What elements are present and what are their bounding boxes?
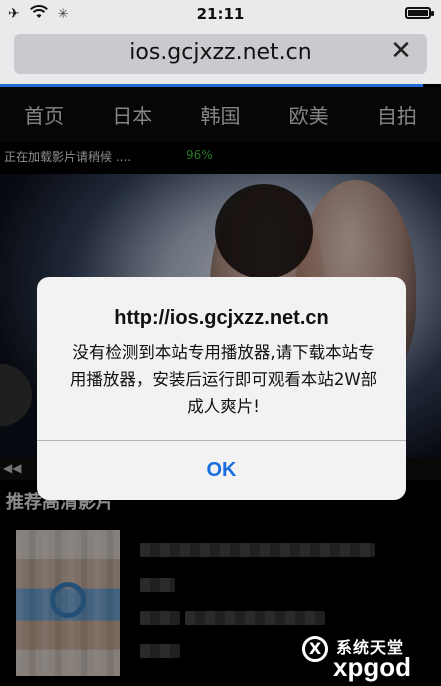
site-watermark-logo: X 系统天堂 xpgod <box>300 634 441 686</box>
url-field[interactable]: ios.gcjxzz.net.cn ✕ <box>14 34 427 74</box>
ok-button[interactable]: OK <box>37 441 406 500</box>
status-bar: ✈ ✳ 21:11 <box>0 0 441 28</box>
battery-icon <box>405 7 434 19</box>
browser-address-bar: ios.gcjxzz.net.cn ✕ <box>0 28 441 84</box>
alert-title: http://ios.gcjxzz.net.cn <box>114 307 329 329</box>
close-icon[interactable]: ✕ <box>387 37 415 65</box>
watermark-bottom-text: xpgod <box>333 652 411 682</box>
url-text: ios.gcjxzz.net.cn <box>129 40 312 65</box>
alert-dialog: http://ios.gcjxzz.net.cn 没有检测到本站专用播放器,请下… <box>37 277 406 500</box>
alert-message: 没有检测到本站专用播放器,请下载本站专用播放器，安装后运行即可观看本站2W部成人… <box>69 343 378 416</box>
watermark-x-icon: X <box>302 636 328 662</box>
status-time: 21:11 <box>196 5 245 23</box>
